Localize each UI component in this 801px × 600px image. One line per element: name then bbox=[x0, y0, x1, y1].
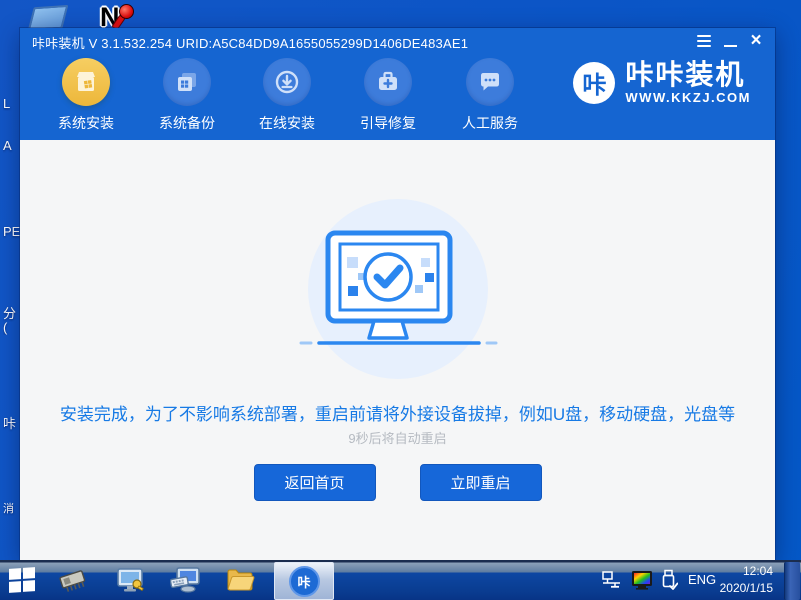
nav-label: 系统安装 bbox=[48, 113, 124, 133]
brand-logo-icon: 咔 bbox=[573, 62, 615, 104]
minimize-icon[interactable] bbox=[719, 31, 741, 51]
tray-usb-icon[interactable] bbox=[656, 565, 682, 595]
windows-logo-icon bbox=[9, 567, 35, 593]
nav-boot-repair[interactable]: 引导修复 bbox=[350, 58, 426, 133]
boot-repair-icon bbox=[364, 58, 412, 106]
tray-time: 12:04 bbox=[703, 563, 773, 580]
nav-online-install[interactable]: 在线安装 bbox=[249, 58, 325, 133]
color-display-icon bbox=[630, 569, 654, 591]
brand-url: WWW.KKZJ.COM bbox=[625, 90, 751, 105]
taskbar: 咔 bbox=[0, 560, 801, 600]
usb-eject-icon bbox=[660, 569, 678, 591]
desktop-label-fragment: PE bbox=[3, 224, 21, 239]
action-buttons: 返回首页 立即重启 bbox=[20, 464, 775, 501]
computer-keyboard-icon bbox=[170, 566, 202, 594]
monitor-key-icon bbox=[115, 566, 145, 594]
window-title: 咔咔装机 V 3.1.532.254 URID:A5C84DD9A1655055… bbox=[32, 33, 468, 52]
tray-display-icon[interactable] bbox=[628, 565, 656, 595]
nav-human-service[interactable]: 人工服务 bbox=[452, 58, 528, 133]
taskbar-explorer[interactable] bbox=[224, 565, 256, 595]
restart-button[interactable]: 立即重启 bbox=[420, 464, 542, 501]
main-content: 安装完成，为了不影响系统部署，重启前请将外接设备拔掉，例如U盘，移动硬盘，光盘等… bbox=[20, 140, 775, 560]
nav-system-backup[interactable]: 系统备份 bbox=[149, 58, 225, 133]
taskbar-screenshot-app[interactable] bbox=[114, 565, 146, 595]
folder-icon bbox=[225, 567, 255, 593]
desktop-label-fragment: L bbox=[3, 96, 21, 111]
kaka-installer-window: 咔咔装机 V 3.1.532.254 URID:A5C84DD9A1655055… bbox=[20, 28, 775, 560]
brand-name: 咔咔装机 bbox=[625, 60, 751, 90]
desktop-label-fragment: ( bbox=[3, 320, 21, 335]
taskbar-pc-app[interactable] bbox=[170, 565, 202, 595]
tray-clock[interactable]: 12:04 2020/1/15 bbox=[703, 563, 773, 597]
network-icon bbox=[601, 570, 623, 590]
nav-label: 在线安装 bbox=[249, 113, 325, 133]
close-icon[interactable]: × bbox=[745, 31, 767, 51]
show-desktop-button[interactable] bbox=[784, 562, 800, 600]
completion-message: 安装完成，为了不影响系统部署，重启前请将外接设备拔掉，例如U盘，移动硬盘，光盘等 bbox=[20, 400, 775, 425]
desktop-label-fragment: 消 bbox=[3, 500, 21, 516]
memory-chip-icon bbox=[56, 566, 88, 594]
taskbar-kaka-active[interactable]: 咔 bbox=[274, 562, 334, 600]
taskbar-chip-app[interactable] bbox=[56, 565, 88, 595]
online-install-icon bbox=[263, 58, 311, 106]
kaka-app-icon: 咔 bbox=[289, 566, 320, 597]
nav-label: 引导修复 bbox=[350, 113, 426, 133]
brand-logo: 咔 咔咔装机 WWW.KKZJ.COM bbox=[573, 60, 751, 105]
start-button[interactable] bbox=[6, 565, 38, 595]
desktop-label-fragment: 咔 bbox=[3, 413, 21, 432]
system-backup-icon bbox=[163, 58, 211, 106]
brand-logo-text: 咔咔装机 WWW.KKZJ.COM bbox=[625, 60, 751, 105]
red-key-icon bbox=[119, 4, 134, 19]
nav-label: 人工服务 bbox=[452, 113, 528, 133]
desktop-label-fragment: A bbox=[3, 138, 21, 153]
menu-icon[interactable] bbox=[693, 31, 715, 51]
system-install-icon bbox=[62, 58, 110, 106]
monitor-check-icon bbox=[297, 225, 499, 353]
nav-system-install[interactable]: 系统安装 bbox=[48, 58, 124, 133]
human-service-icon bbox=[466, 58, 514, 106]
titlebar[interactable]: 咔咔装机 V 3.1.532.254 URID:A5C84DD9A1655055… bbox=[20, 28, 775, 54]
window-header: 咔咔装机 V 3.1.532.254 URID:A5C84DD9A1655055… bbox=[20, 28, 775, 140]
home-button[interactable]: 返回首页 bbox=[254, 464, 376, 501]
restart-countdown: 9秒后将自动重启 bbox=[20, 428, 775, 447]
nav-label: 系统备份 bbox=[149, 113, 225, 133]
tray-network-icon[interactable] bbox=[598, 565, 626, 595]
success-illustration bbox=[308, 199, 488, 379]
tray-date: 2020/1/15 bbox=[703, 580, 773, 597]
